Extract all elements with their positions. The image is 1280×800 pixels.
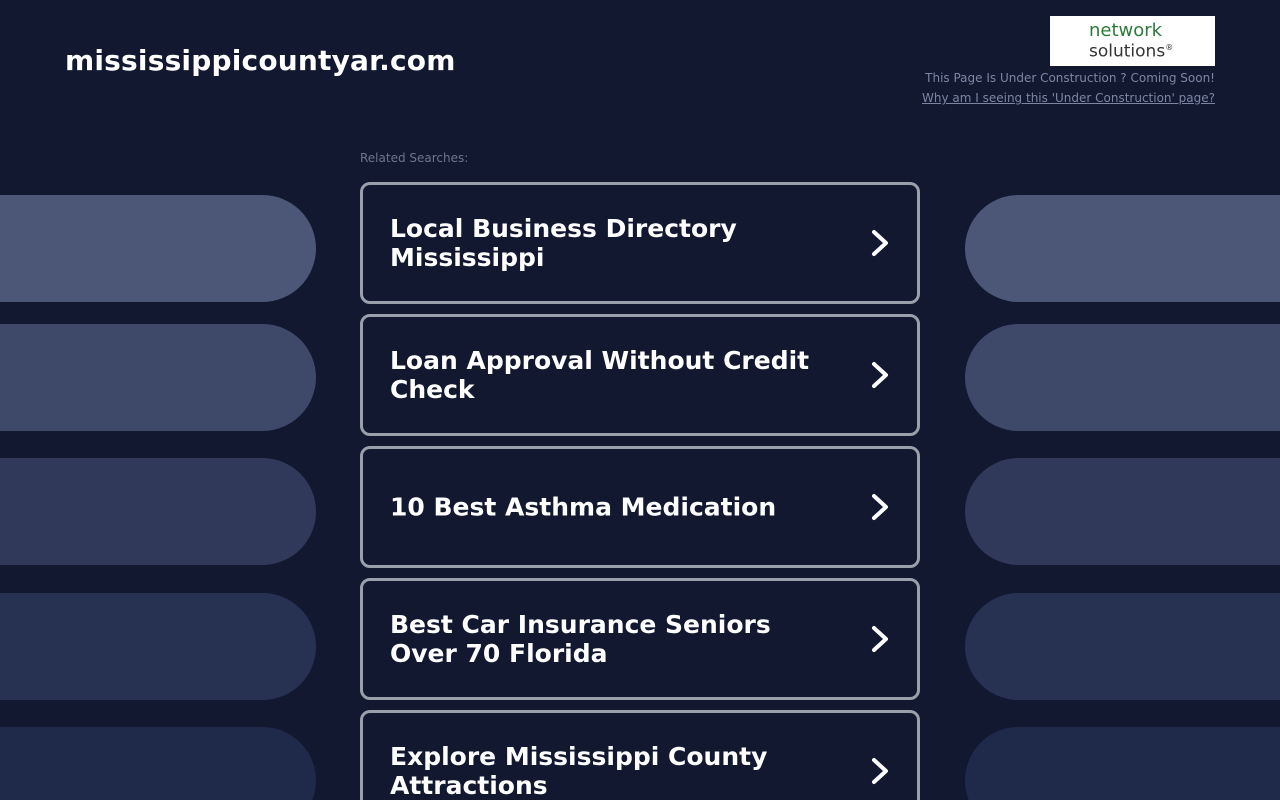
decor-pill-right-5 xyxy=(965,727,1280,800)
decor-pill-left-4 xyxy=(0,593,316,700)
logo-line2: solutions® xyxy=(1089,39,1215,61)
chevron-right-icon xyxy=(872,494,888,520)
decor-pill-right-4 xyxy=(965,593,1280,700)
related-search-card-2[interactable]: Loan Approval Without Credit Check xyxy=(360,314,920,436)
chevron-right-icon xyxy=(872,230,888,256)
why-under-construction-link[interactable]: Why am I seeing this 'Under Construction… xyxy=(922,91,1215,105)
related-searches-label: Related Searches: xyxy=(360,151,469,165)
related-search-card-1[interactable]: Local Business Directory Mississippi xyxy=(360,182,920,304)
site-title: mississippicountyar.com xyxy=(65,44,456,77)
related-search-label: Local Business Directory Mississippi xyxy=(390,214,737,272)
chevron-right-icon xyxy=(872,758,888,784)
decor-pill-right-3 xyxy=(965,458,1280,565)
decor-pill-right-1 xyxy=(965,195,1280,302)
under-construction-text: This Page Is Under Construction ? Coming… xyxy=(925,71,1215,85)
logo-line1: network xyxy=(1089,20,1163,41)
chevron-right-icon xyxy=(872,362,888,388)
related-search-label: Loan Approval Without Credit Check xyxy=(390,346,810,404)
decor-pill-right-2 xyxy=(965,324,1280,431)
related-search-label: 10 Best Asthma Medication xyxy=(390,492,777,522)
related-search-card-4[interactable]: Best Car Insurance Seniors Over 70 Flori… xyxy=(360,578,920,700)
decor-pill-left-2 xyxy=(0,324,316,431)
related-search-label: Best Car Insurance Seniors Over 70 Flori… xyxy=(390,610,771,668)
parked-page: mississippicountyar.com network solution… xyxy=(0,0,1280,800)
decor-pill-left-5 xyxy=(0,727,316,800)
decor-pill-left-1 xyxy=(0,195,316,302)
logo-registered-mark: ® xyxy=(1165,43,1174,52)
logo-line2-text: solutions xyxy=(1089,41,1166,62)
related-search-card-3[interactable]: 10 Best Asthma Medication xyxy=(360,446,920,568)
chevron-right-icon xyxy=(872,626,888,652)
related-search-label: Explore Mississippi County Attractions xyxy=(390,742,768,800)
related-search-card-5[interactable]: Explore Mississippi County Attractions xyxy=(360,710,920,800)
network-solutions-logo[interactable]: network solutions® xyxy=(1050,16,1215,66)
decor-pill-left-3 xyxy=(0,458,316,565)
